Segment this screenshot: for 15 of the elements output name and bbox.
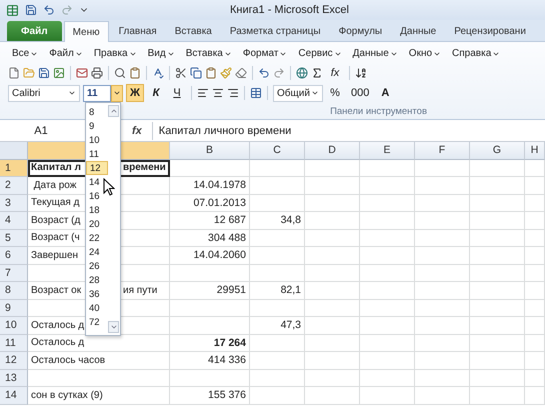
cell-text: сон в сутках (9) xyxy=(31,390,103,401)
cell-text: Текущая д xyxy=(31,197,80,208)
cell-text: Осталось д xyxy=(31,320,84,331)
cell-text: Капитал л xyxy=(31,162,81,174)
group-label: Панели инструментов xyxy=(330,106,427,116)
cell-text: Дата рож xyxy=(32,180,76,191)
cell-text: Завершен xyxy=(31,250,78,261)
cell-text: Возраст (д xyxy=(31,214,80,226)
cell-text: Возраст (ч xyxy=(31,232,80,244)
cell-text: ия пути xyxy=(123,284,158,296)
window-title: Книга1 - Microsoft Excel xyxy=(230,4,349,16)
cell-text: Осталось часов xyxy=(31,354,106,366)
cell-text: Осталось д xyxy=(31,337,84,348)
cell-text: времени xyxy=(123,162,166,174)
cell-text: Возраст ок xyxy=(31,284,82,296)
